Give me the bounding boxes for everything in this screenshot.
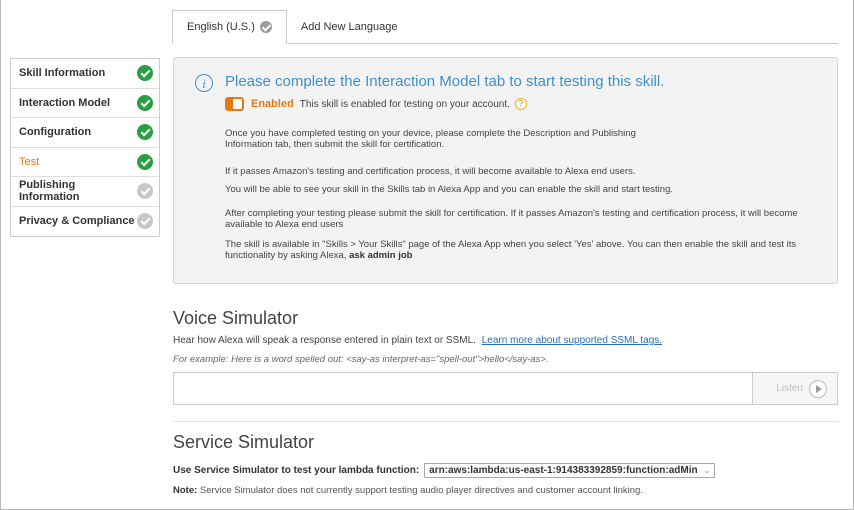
service-simulator-note: Note: Service Simulator does not current… [173,485,643,496]
lambda-function-select[interactable]: arn:aws:lambda:us-east-1:914383392859:fu… [424,463,716,478]
service-simulator-row: Use Service Simulator to test your lambd… [173,463,716,478]
chevron-down-icon: ⌄ [703,466,711,475]
tab-english-us[interactable]: English (U.S.) [172,10,287,44]
voice-simulator-heading: Voice Simulator [173,308,299,328]
info-paragraph-4: After completing your testing please sub… [225,208,798,230]
sidebar-item-interaction-model[interactable]: Interaction Model [11,89,159,118]
enabled-toggle[interactable] [225,97,244,111]
ssml-example: For example: Here is a word spelled out:… [173,354,549,365]
note-label: Note: [173,485,198,496]
sidebar-item-label: Test [19,155,40,168]
info-icon: i [195,74,213,92]
sidebar-item-label: Skill Information [19,67,106,80]
skill-sections-sidebar: Skill Information Interaction Model Conf… [10,58,160,237]
sidebar-item-privacy-compliance[interactable]: Privacy & Compliance [11,207,159,237]
sidebar-item-skill-information[interactable]: Skill Information [11,59,159,89]
language-tabs: English (U.S.) Add New Language [172,10,412,44]
note-text: Service Simulator does not currently sup… [199,485,643,496]
info-paragraph-2: If it passes Amazon's testing and certif… [225,166,636,177]
sidebar-item-label: Interaction Model [19,96,111,109]
info-paragraph-5-text: The skill is available in "Skills > Your… [225,239,797,261]
tab-english-us-label: English (U.S.) [187,21,255,33]
check-icon [259,21,272,33]
sidebar-item-label: Configuration [19,126,92,139]
enabled-label: Enabled [251,98,294,110]
complete-check-icon [137,153,153,170]
sidebar-item-label: Publishing Information [19,179,80,204]
sidebar-item-configuration[interactable]: Configuration [11,118,159,148]
voice-description-text: Hear how Alexa will speak a response ent… [173,335,476,346]
tab-add-new-language[interactable]: Add New Language [287,10,412,44]
sidebar-item-test[interactable]: Test [11,148,159,177]
lambda-function-label: Use Service Simulator to test your lambd… [173,465,420,476]
info-title: Please complete the Interaction Model ta… [225,73,665,90]
play-icon [809,379,827,398]
sidebar-item-publishing-information[interactable]: Publishing Information [11,177,159,207]
ssml-tags-link[interactable]: Learn more about supported SSML tags. [482,335,662,346]
info-paragraph-5: The skill is available in "Skills > Your… [225,239,815,261]
incomplete-check-icon [137,183,153,200]
voice-text-input[interactable] [173,372,753,405]
complete-check-icon [137,94,153,111]
info-paragraph-3: You will be able to see your skill in th… [225,184,674,195]
sidebar-item-label: Privacy & Compliance [19,215,135,228]
enabled-row: Enabled This skill is enabled for testin… [225,97,527,111]
listen-label: Listen [776,383,803,394]
complete-check-icon [137,65,153,82]
voice-simulator-description: Hear how Alexa will speak a response ent… [173,335,662,346]
section-divider [173,421,838,422]
enabled-description: This skill is enabled for testing on you… [299,98,510,110]
help-icon[interactable]: ? [514,98,527,110]
listen-button[interactable]: Listen [753,372,838,405]
lambda-function-value: arn:aws:lambda:us-east-1:914383392859:fu… [429,465,698,476]
incomplete-check-icon [137,213,153,230]
info-paragraph-1: Once you have completed testing on your … [225,128,636,150]
tab-add-new-language-label: Add New Language [300,21,398,33]
complete-check-icon [137,124,153,141]
service-simulator-heading: Service Simulator [173,432,315,452]
invocation-phrase: ask admin job [349,250,413,261]
testing-info-panel: i Please complete the Interaction Model … [173,57,838,284]
